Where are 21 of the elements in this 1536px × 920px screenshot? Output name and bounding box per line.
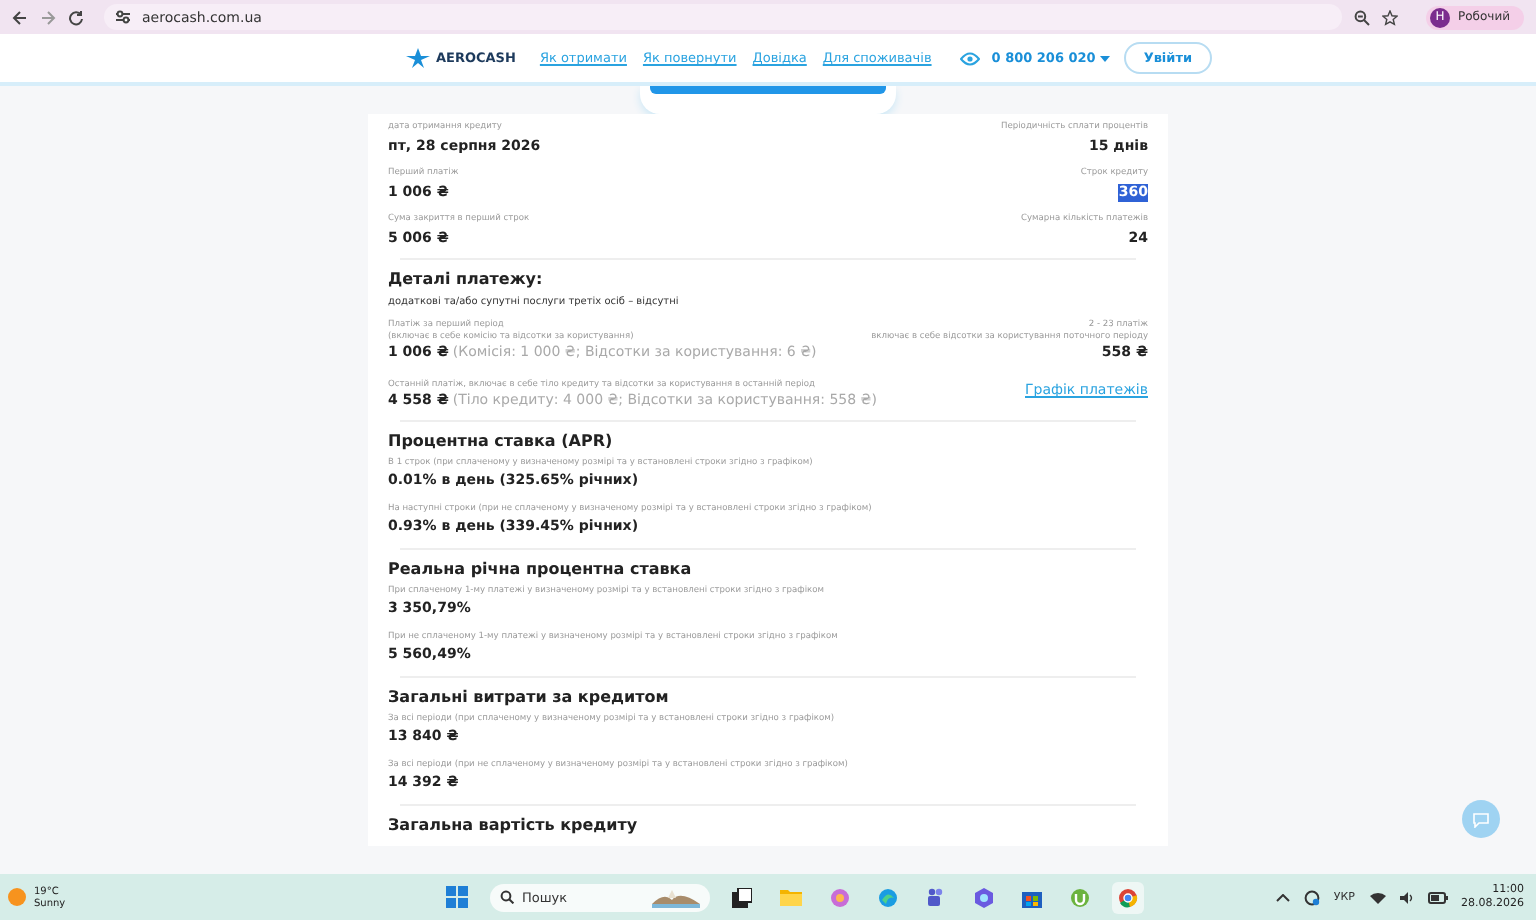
network-badge-icon[interactable] (1303, 889, 1320, 905)
section-title: Загальні витрати за кредитом (388, 688, 671, 708)
speaker-icon[interactable] (1399, 891, 1413, 903)
section-title: Загальна вартість кредиту (388, 816, 640, 836)
zoom-icon[interactable] (1353, 9, 1370, 25)
section-title: Деталі платежу: (388, 270, 545, 290)
star-icon[interactable] (1381, 9, 1398, 25)
eye-icon[interactable] (959, 51, 980, 65)
battery-icon[interactable] (1427, 891, 1447, 903)
section-title: Процентна ставка (APR) (388, 432, 615, 452)
start-icon[interactable] (440, 880, 474, 914)
search-icon (500, 890, 514, 904)
chrome-icon[interactable] (1112, 881, 1144, 913)
back-icon[interactable] (12, 9, 28, 25)
section-title: Реальна річна процентна ставка (388, 560, 694, 580)
chat-icon (1472, 811, 1490, 827)
chevron-up-icon[interactable] (1275, 893, 1290, 901)
site-settings-icon[interactable] (116, 10, 130, 24)
reload-icon[interactable] (68, 9, 84, 25)
wifi-icon[interactable] (1369, 891, 1385, 903)
caret-icon[interactable] (1099, 55, 1110, 61)
